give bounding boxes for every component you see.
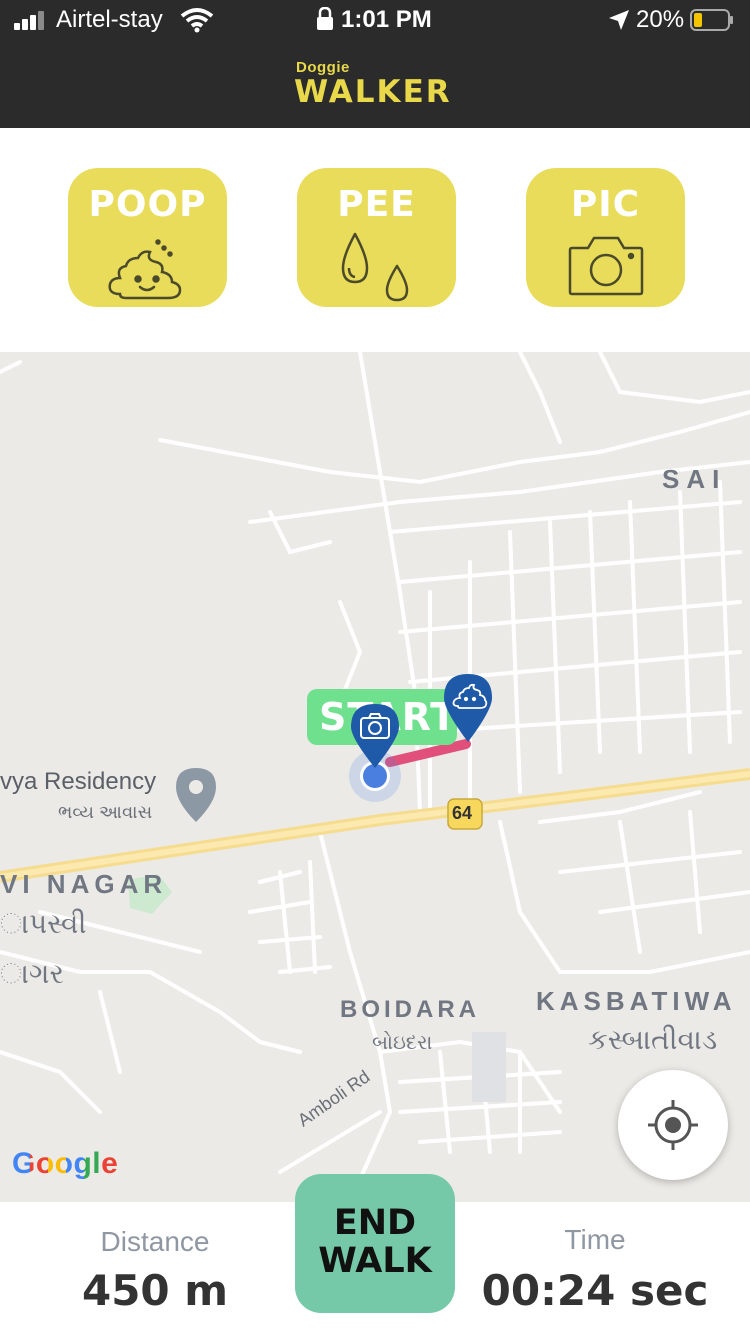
photo-marker[interactable] bbox=[349, 702, 401, 770]
lock-icon bbox=[317, 7, 333, 30]
pee-button-label: PEE bbox=[337, 184, 416, 225]
battery-icon bbox=[690, 9, 733, 31]
map-label-nagar-gu-1: ાપસ્વી bbox=[0, 908, 87, 939]
distance-label: Distance bbox=[100, 1226, 210, 1257]
google-logo-text: Google bbox=[12, 1147, 119, 1180]
pic-button-label: PIC bbox=[570, 184, 641, 225]
poop-button[interactable]: POOP bbox=[68, 168, 227, 307]
map-label-nagar-gu-2: ાગર bbox=[0, 958, 64, 989]
map-label-kasbatiwa: KASBATIWA bbox=[536, 986, 737, 1016]
google-logo: Google bbox=[12, 1147, 118, 1181]
battery-percent: 20% bbox=[636, 6, 685, 33]
time-label: Time bbox=[564, 1224, 626, 1255]
highway-number: 64 bbox=[452, 803, 473, 823]
walk-stats-panel: Distance 450 m END WALK Time 00:24 sec bbox=[0, 1174, 750, 1334]
end-walk-button[interactable]: END WALK bbox=[295, 1174, 455, 1313]
crosshair-icon bbox=[648, 1100, 698, 1150]
map-label-residency-gu: ભવ્ય આવાસ bbox=[58, 802, 153, 822]
end-walk-line1: END bbox=[333, 1203, 417, 1243]
poop-marker[interactable] bbox=[442, 672, 494, 744]
distance-value: 450 m bbox=[81, 1266, 229, 1315]
location-arrow-icon bbox=[609, 10, 629, 30]
map-label-nagar: VI NAGAR bbox=[0, 869, 168, 899]
time-value: 00:24 sec bbox=[481, 1266, 709, 1315]
wifi-icon bbox=[180, 8, 214, 33]
water-drops-icon bbox=[341, 232, 409, 302]
end-walk-line2: WALK bbox=[318, 1241, 432, 1281]
pee-button[interactable]: PEE bbox=[297, 168, 456, 307]
action-bar: POOP PEE PIC bbox=[0, 128, 750, 352]
logo-walker: WALKER bbox=[294, 74, 452, 110]
map-label-boidara: BOIDARA bbox=[340, 996, 480, 1023]
signal-icon bbox=[14, 10, 48, 30]
carrier-name: Airtel-stay bbox=[56, 6, 163, 33]
app-header: Airtel-stay 1:01 PM 20% Doggie WALKER bbox=[0, 0, 750, 128]
map-view[interactable]: vya Residency ભવ્ય આવાસ VI NAGAR ાપસ્વી … bbox=[0, 352, 750, 1202]
map-label-boidara-gu: બોઇદરા bbox=[372, 1032, 433, 1054]
map-label-sai: SAI bbox=[662, 464, 727, 494]
app-logo: Doggie WALKER bbox=[292, 57, 462, 113]
map-label-residency: vya Residency bbox=[0, 768, 157, 795]
camera-icon bbox=[568, 236, 644, 296]
poop-button-label: POOP bbox=[88, 184, 207, 225]
status-time: 1:01 PM bbox=[341, 6, 432, 33]
poop-icon bbox=[108, 239, 182, 300]
pic-button[interactable]: PIC bbox=[526, 168, 685, 307]
map-label-kasbatiwa-gu: કસ્બાતીવાડ bbox=[588, 1024, 718, 1055]
my-location-button[interactable] bbox=[618, 1070, 728, 1180]
status-bar: Airtel-stay 1:01 PM 20% bbox=[0, 0, 750, 40]
